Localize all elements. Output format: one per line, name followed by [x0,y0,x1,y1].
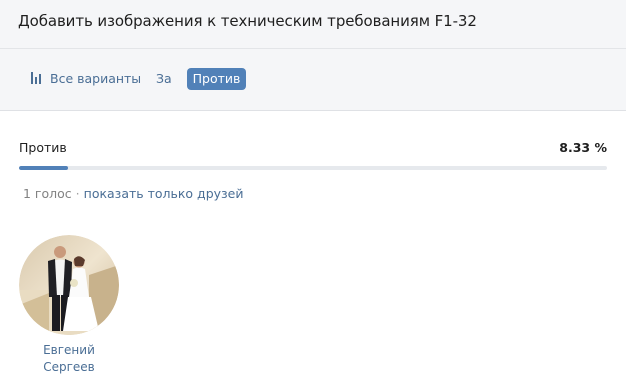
tab-protiv[interactable]: Против [187,68,246,90]
tab-bar: Все варианты За Против [0,49,626,111]
header: Добавить изображения к техническим требо… [0,0,626,49]
voter-last-name: Сергеев [43,360,95,374]
vote-count: 1 голос [23,186,72,201]
voter-name[interactable]: Евгений Сергеев [19,342,119,376]
tab-all-variants[interactable]: Все варианты [30,68,141,90]
result-option-label: Против [19,140,67,155]
bar-chart-icon [30,72,44,84]
voter-card[interactable]: Евгений Сергеев [19,235,119,376]
tab-za[interactable]: За [156,68,172,90]
tab-all-variants-label: Все варианты [50,71,142,86]
page-title: Добавить изображения к техническим требо… [18,12,477,30]
vote-meta: 1 голос · показать только друзей [23,186,244,201]
result-progress-bar [19,166,607,170]
result-percent: 8.33 % [559,140,607,155]
result-progress-fill [19,166,68,170]
show-friends-only-link[interactable]: показать только друзей [84,186,244,201]
voter-avatar[interactable] [19,235,119,335]
meta-separator: · [75,186,80,201]
voter-first-name: Евгений [43,343,95,357]
